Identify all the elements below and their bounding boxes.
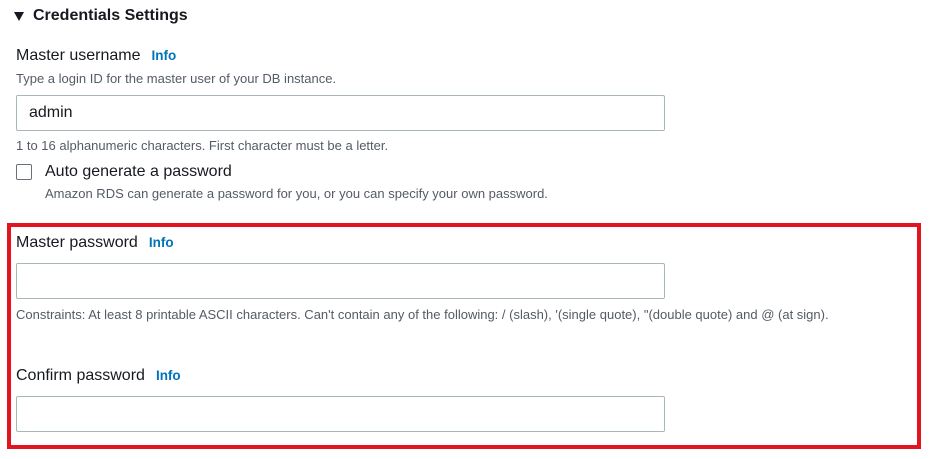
master-password-label-row: Master password Info — [16, 234, 174, 252]
master-password-info-link[interactable]: Info — [149, 235, 174, 250]
confirm-password-input[interactable] — [16, 396, 665, 432]
caret-down-icon — [14, 11, 24, 21]
master-username-input[interactable] — [16, 95, 665, 131]
auto-generate-password-checkbox[interactable] — [16, 164, 32, 180]
master-password-input[interactable] — [16, 263, 665, 299]
confirm-password-label: Confirm password — [16, 367, 145, 384]
confirm-password-label-row: Confirm password Info — [16, 367, 181, 385]
auto-generate-password-label: Auto generate a password — [45, 163, 232, 180]
section-title: Credentials Settings — [33, 7, 188, 24]
master-password-constraints: Constraints: At least 8 printable ASCII … — [16, 307, 829, 322]
master-username-label-row: Master username Info — [16, 47, 176, 65]
master-username-hint: 1 to 16 alphanumeric characters. First c… — [16, 138, 389, 153]
master-password-label: Master password — [16, 234, 138, 251]
master-username-label: Master username — [16, 47, 141, 64]
confirm-password-info-link[interactable]: Info — [156, 368, 181, 383]
credentials-settings-toggle[interactable]: Credentials Settings — [14, 5, 188, 27]
master-username-description: Type a login ID for the master user of y… — [16, 71, 337, 86]
auto-generate-password-description: Amazon RDS can generate a password for y… — [45, 186, 548, 201]
master-username-info-link[interactable]: Info — [152, 48, 177, 63]
